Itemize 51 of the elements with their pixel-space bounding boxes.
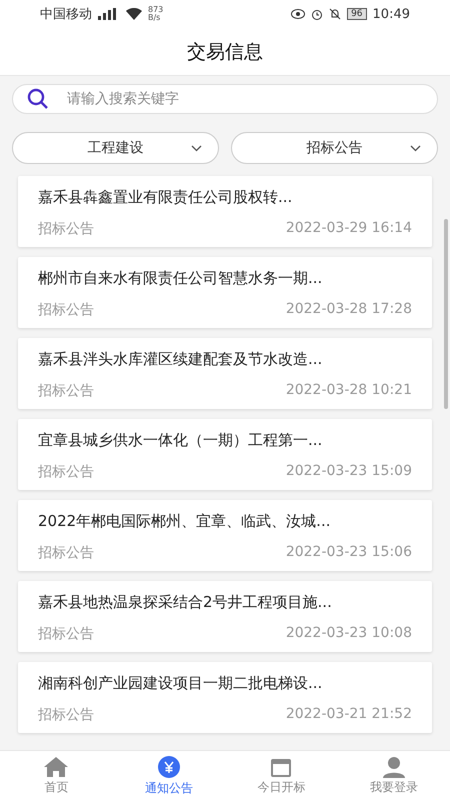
notice-card[interactable]: 湘南科创产业园建设项目一期二批电梯设... 招标公告 2022-03-21 21:52 xyxy=(18,662,432,733)
notice-card[interactable]: 嘉禾县地热温泉探采结合2号井工程项目施... 招标公告 2022-03-23 10:08 xyxy=(18,581,432,652)
time: 10:49 xyxy=(372,6,410,22)
scrollbar[interactable] xyxy=(444,219,448,409)
search-field[interactable]: 请输入搜索关键字 xyxy=(12,84,438,114)
notice-category: 招标公告 xyxy=(38,544,94,562)
nav-tab[interactable]: 通知公告 xyxy=(112,751,225,800)
home-icon xyxy=(43,756,70,778)
notice-title: 嘉禾县地热温泉探采结合2号井工程项目施... xyxy=(38,593,333,612)
notice-date: 2022-03-28 10:21 xyxy=(286,382,412,400)
eye-icon xyxy=(291,9,306,19)
search-input[interactable]: 请输入搜索关键字 xyxy=(65,90,423,108)
notice-category: 招标公告 xyxy=(38,382,94,400)
bell-off-icon xyxy=(329,8,342,20)
notice-card[interactable]: 嘉禾县犇鑫置业有限责任公司股权转... 招标公告 2022-03-29 16:14 xyxy=(18,176,432,247)
carrier-name: 中国移动 xyxy=(40,6,92,23)
page-title: 交易信息 xyxy=(187,40,263,64)
notice-title: 郴州市自来水有限责任公司智慧水务一期... xyxy=(38,269,324,288)
notice-date: 2022-03-23 10:08 xyxy=(286,625,412,643)
notice-category: 招标公告 xyxy=(38,220,94,238)
notice-category: 招标公告 xyxy=(38,463,94,481)
notice-title: 嘉禾县犇鑫置业有限责任公司股权转... xyxy=(38,188,294,207)
notice-card[interactable]: 宜章县城乡供水一体化（一期）工程第一... 招标公告 2022-03-23 15:09 xyxy=(18,419,432,490)
network-speed: 873 B/s xyxy=(148,6,164,22)
filter-dropdown[interactable]: 招标公告 xyxy=(231,132,438,164)
alarm-icon xyxy=(311,8,324,20)
notice-date: 2022-03-23 15:09 xyxy=(286,463,412,481)
filter-dropdown[interactable]: 工程建设 xyxy=(12,132,219,164)
nav-tab[interactable]: 首页 xyxy=(0,751,112,800)
notice-card[interactable]: 郴州市自来水有限责任公司智慧水务一期... 招标公告 2022-03-28 17:28 xyxy=(18,257,432,328)
notice-date: 2022-03-23 15:06 xyxy=(286,544,412,562)
notice-date: 2022-03-28 17:28 xyxy=(286,301,412,319)
user-icon xyxy=(382,756,406,778)
notice-category: 招标公告 xyxy=(38,625,94,643)
notice-title: 嘉禾县泮头水库灌区续建配套及节水改造... xyxy=(38,350,324,369)
notice-card[interactable]: 嘉禾县泮头水库灌区续建配套及节水改造... 招标公告 2022-03-28 10:21 xyxy=(18,338,432,409)
notice-title: 宜章县城乡供水一体化（一期）工程第一... xyxy=(38,431,324,450)
nav-tab[interactable]: 我要登录 xyxy=(338,751,450,800)
notice-title: 湘南科创产业园建设项目一期二批电梯设... xyxy=(38,674,324,693)
battery-level: 96 xyxy=(347,8,367,20)
notice-category: 招标公告 xyxy=(38,301,94,319)
notice-date: 2022-03-21 21:52 xyxy=(286,706,412,724)
nav-tab[interactable]: 今日开标 xyxy=(225,751,338,800)
notice-card[interactable]: 2022年郴电国际郴州、宜章、临武、汝城... 招标公告 2022-03-23 15:06 xyxy=(18,500,432,571)
notice-category: 招标公告 xyxy=(38,706,94,724)
caret-icon xyxy=(191,145,202,152)
notice-title: 2022年郴电国际郴州、宜章、临武、汝城... xyxy=(38,512,332,531)
wifi-icon xyxy=(126,8,142,20)
search-icon xyxy=(27,88,49,110)
notice-date: 2022-03-29 16:14 xyxy=(286,220,412,238)
caret-icon xyxy=(410,145,421,152)
